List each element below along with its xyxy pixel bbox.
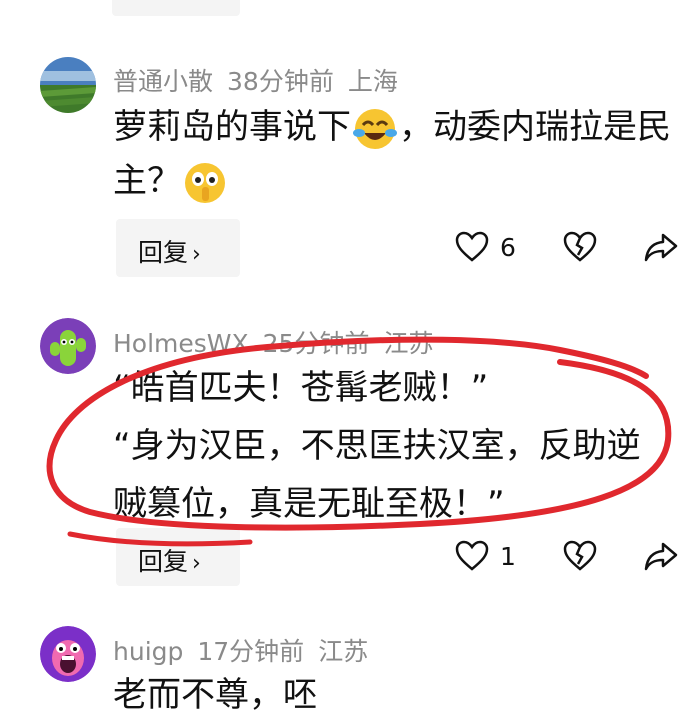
comment-text: “皓首匹夫！苍髯老贼！” “身为汉臣，不思匡扶汉室，反助逆 贼篡位，真是无耻至极… bbox=[113, 368, 641, 524]
timestamp: 25分钟前 bbox=[262, 329, 370, 358]
reply-button[interactable]: 回复 › bbox=[116, 219, 240, 277]
comment-text: 老而不尊，呸 bbox=[113, 675, 317, 715]
location: 江苏 bbox=[383, 329, 434, 358]
share-arrow-icon[interactable] bbox=[644, 231, 678, 263]
reply-button[interactable]: 回复 › bbox=[116, 528, 240, 586]
like-count: 6 bbox=[500, 233, 516, 262]
comment-text: 萝莉岛的事说下 ，动委内瑞拉是民主？ bbox=[113, 100, 673, 208]
broken-heart-icon[interactable] bbox=[563, 231, 597, 263]
chevron-right-icon: › bbox=[192, 551, 201, 576]
comment-meta: 普通小散 38分钟前 上海 bbox=[113, 62, 412, 98]
timestamp: 38分钟前 bbox=[227, 67, 334, 96]
avatar[interactable] bbox=[40, 318, 96, 374]
laughing-crying-emoji-icon bbox=[353, 107, 397, 151]
comment-actions: 回复 › 6 bbox=[0, 219, 684, 279]
location: 上海 bbox=[347, 67, 398, 96]
like-count: 1 bbox=[500, 542, 516, 571]
username[interactable]: HolmesWX bbox=[113, 329, 249, 358]
avatar[interactable] bbox=[40, 57, 96, 113]
chevron-right-icon: › bbox=[192, 242, 201, 267]
shushing-emoji-icon bbox=[183, 161, 227, 205]
broken-heart-icon[interactable] bbox=[563, 540, 597, 572]
timestamp: 17分钟前 bbox=[197, 637, 305, 666]
previous-reply-button-stub[interactable] bbox=[112, 0, 240, 16]
location: 江苏 bbox=[318, 637, 369, 666]
comment-meta: huigp 17分钟前 江苏 bbox=[113, 632, 382, 668]
username[interactable]: huigp bbox=[113, 637, 183, 666]
avatar[interactable] bbox=[40, 626, 96, 682]
comment-meta: HolmesWX 25分钟前 江苏 bbox=[113, 324, 447, 360]
heart-outline-icon[interactable] bbox=[455, 540, 489, 572]
heart-outline-icon[interactable] bbox=[455, 231, 489, 263]
username[interactable]: 普通小散 bbox=[113, 67, 213, 96]
share-arrow-icon[interactable] bbox=[644, 540, 678, 572]
comment-actions: 回复 › 1 bbox=[0, 528, 684, 588]
